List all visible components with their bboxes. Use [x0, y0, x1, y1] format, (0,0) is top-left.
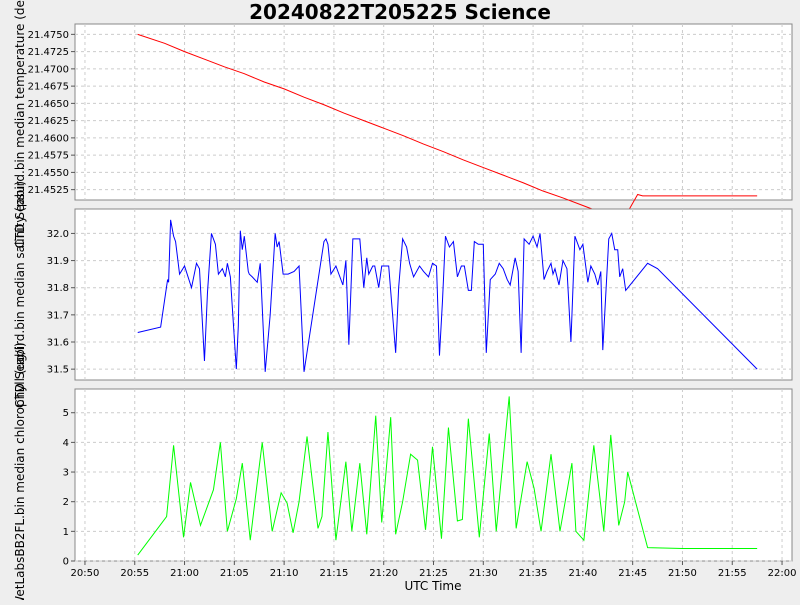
figure-canvas: 20240822T205225 Science 21.452521.455021… [13, 0, 797, 605]
x-tick-label: 21:30 [469, 568, 498, 579]
chart-title: 20240822T205225 Science [249, 0, 551, 24]
y-tick-label: 4 [63, 438, 69, 449]
y-tick-label: 0 [63, 557, 69, 568]
y-tick-label: 31.5 [47, 365, 69, 376]
y-tick-label: 5 [63, 408, 69, 419]
y-tick-label: 2 [63, 497, 69, 508]
x-tick-label: 21:50 [668, 568, 697, 579]
y-tick-label: 3 [63, 468, 69, 479]
x-tick-label: 21:40 [568, 568, 597, 579]
y-tick-label: 21.4625 [28, 116, 69, 127]
x-tick-label: 22:00 [768, 568, 797, 579]
x-tick-label: 21:10 [270, 568, 299, 579]
x-axis: 20:50 20:55 21:00 21:05 21:10 21:15 21:20 21:25… [71, 561, 797, 579]
x-tick-label: 20:50 [71, 568, 100, 579]
y-tick-label: 21.4575 [28, 151, 69, 162]
x-tick-label: 21:55 [718, 568, 747, 579]
y-tick-label: 21.4550 [28, 168, 69, 179]
y-tick-label: 1 [63, 527, 69, 538]
x-tick-label: 21:20 [369, 568, 398, 579]
y-tick-label: 21.4675 [28, 82, 69, 93]
y-tick-label: 31.8 [47, 283, 69, 294]
y-tick-label: 21.4525 [28, 185, 69, 196]
panel-3: 0 1 2 3 4 5 WetLabsBB2FL.bin median chlorophyl… [13, 342, 793, 605]
chart-panels: 21.4525 21.4550 21.4575 21.4600 21.4625 21.46… [13, 0, 793, 605]
x-axis-label: UTC Time [405, 579, 462, 593]
y-tick-label: 21.4700 [28, 64, 69, 75]
chart-figure: 20240822T205225 Science 21.4525 21.4550 21… [0, 0, 800, 605]
panel-2: 31.531.631.731.831.932.0CTD Seabird.bin … [13, 181, 793, 408]
y-tick-label: 21.4725 [28, 47, 69, 58]
y-axis-label: WetLabsBB2FL.bin median chlorophyll (ug/… [13, 342, 27, 600]
x-tick-label: 21:35 [519, 568, 548, 579]
x-tick-label: 21:05 [220, 568, 249, 579]
y-tick-label: 21.4650 [28, 99, 69, 110]
y-tick-label: 32.0 [47, 229, 69, 240]
x-tick-label: 20:55 [120, 568, 149, 579]
y-tick-label: 21.4600 [28, 133, 69, 144]
y-tick-label: 31.9 [47, 256, 69, 267]
x-tick-label: 21:15 [320, 568, 349, 579]
y-tick-label: 21.4750 [28, 30, 69, 41]
y-tick-label: 31.7 [47, 310, 69, 321]
y-tick-label: 31.6 [47, 338, 69, 349]
x-tick-label: 21:45 [618, 568, 647, 579]
x-tick-label: 21:00 [170, 568, 199, 579]
x-tick-label: 21:25 [419, 568, 448, 579]
